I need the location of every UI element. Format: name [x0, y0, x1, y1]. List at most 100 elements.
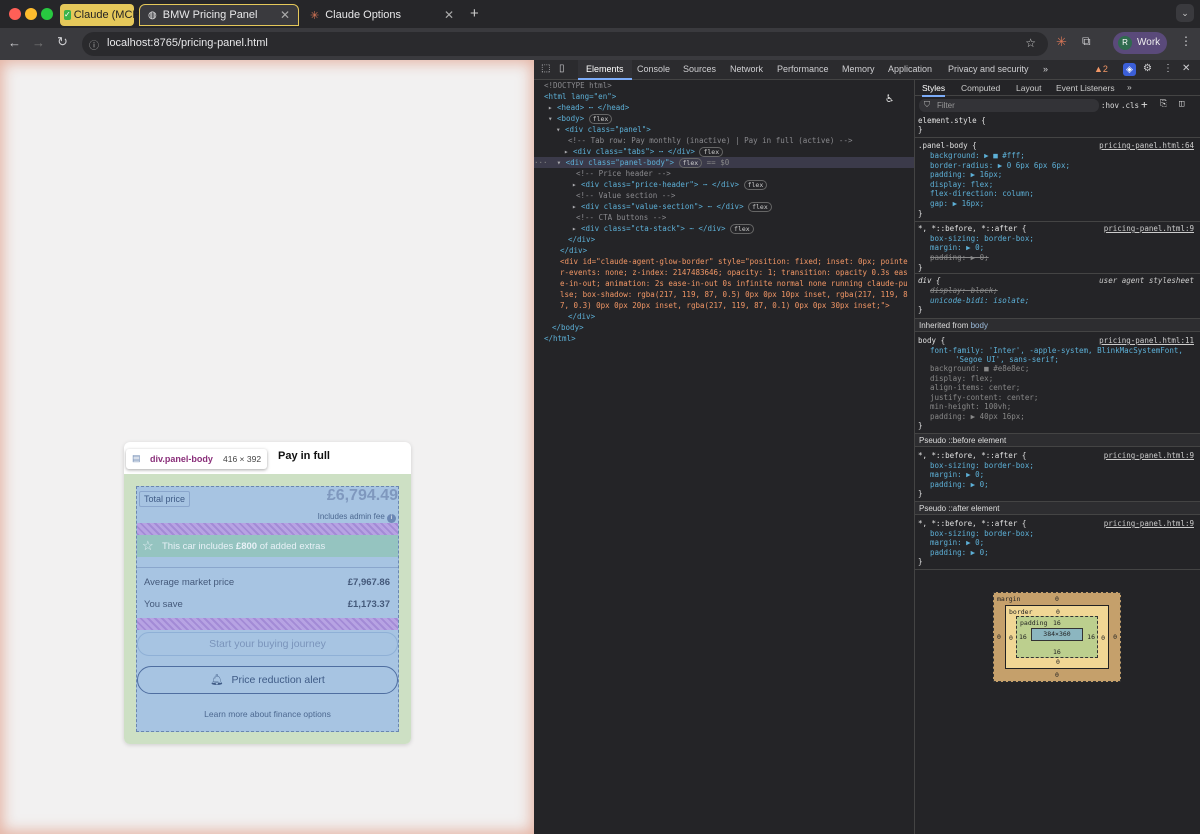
more-tabs-chevron-icon[interactable]: » — [1043, 64, 1048, 74]
box-model-margin[interactable]: margin 0 0 0 0 border 0 0 0 0 padding 16… — [993, 592, 1121, 682]
price-reduction-alert-button[interactable]: 🔔︎ Price reduction alert — [137, 666, 398, 694]
flex-badge[interactable]: flex — [588, 114, 613, 124]
css-property[interactable]: margin: ▶ 0; — [930, 538, 984, 548]
universal-selector[interactable]: *, *::before, *::after { — [918, 451, 1026, 461]
subtab-styles[interactable]: Styles — [922, 83, 946, 97]
inherited-from-link[interactable]: body — [971, 321, 988, 330]
dom-line[interactable]: </body> — [552, 322, 584, 333]
close-tab-icon[interactable]: ✕ — [280, 8, 290, 22]
tab-bmw-pricing-panel[interactable]: ◍ BMW Pricing Panel ✕ — [139, 4, 299, 26]
dom-line[interactable]: <!-- Value section --> — [576, 190, 675, 201]
info-icon[interactable]: i — [387, 514, 396, 523]
profile-button[interactable]: R Work — [1113, 32, 1167, 54]
devtools-menu-icon[interactable]: ⋮ — [1163, 63, 1173, 74]
accessibility-icon[interactable]: ♿︎ — [886, 91, 893, 105]
tab-claude-mcp[interactable]: ✓ Claude (MCP) — [60, 4, 143, 26]
universal-selector[interactable]: *, *::before, *::after { — [918, 224, 1026, 234]
reload-icon[interactable]: ↻ — [57, 34, 68, 50]
dom-line[interactable]: <html lang="en"> — [544, 91, 616, 102]
subtab-computed[interactable]: Computed — [961, 83, 1000, 93]
issues-counter[interactable]: ▲2 — [1094, 64, 1108, 74]
devtools-tab-network[interactable]: Network — [730, 64, 763, 74]
menu-kebab-icon[interactable]: ⋮ — [1180, 34, 1192, 48]
devtools-tab-sources[interactable]: Sources — [683, 64, 716, 74]
glow-border-line[interactable]: 7, 0.3) 0px 0px 20px inset, rgba(217, 11… — [560, 300, 890, 311]
address-bar[interactable]: ⓘ localhost:8765/pricing-panel.html ☆ — [82, 32, 1048, 56]
dom-line[interactable]: </div> — [568, 311, 595, 322]
inspect-element-icon[interactable]: ⬚ — [541, 63, 550, 74]
dom-line[interactable]: ▸ <div class="tabs"> ⋯ </div> flex — [564, 146, 724, 157]
box-model-padding[interactable]: padding 16 16 16 16 384×360 — [1016, 616, 1098, 658]
finance-options-link[interactable]: Learn more about finance options — [137, 709, 398, 719]
settings-gear-icon[interactable]: ⚙ — [1143, 63, 1152, 74]
glow-border-line[interactable]: lse; box-shadow: rgba(217, 119, 87, 0.5)… — [560, 289, 908, 300]
styles-filter-input[interactable]: ⛉ Filter — [919, 99, 1099, 112]
subtab-event-listeners[interactable]: Event Listeners — [1056, 83, 1115, 93]
css-property[interactable]: padding: ▶ 0; — [930, 548, 989, 558]
css-property[interactable]: flex-direction: column; — [930, 189, 1034, 199]
dom-line[interactable]: <!-- Price header --> — [576, 168, 671, 179]
site-info-icon[interactable]: ⓘ — [89, 37, 99, 52]
css-property-inactive[interactable]: min-height: 100vh; — [930, 402, 1011, 412]
dom-line[interactable]: ▾ <div class="panel"> — [556, 124, 651, 135]
flex-badge[interactable]: flex — [678, 158, 703, 168]
box-model-content[interactable]: 384×360 — [1031, 628, 1083, 641]
glow-border-line[interactable]: <div id="claude-agent-glow-border" style… — [560, 256, 908, 267]
source-link[interactable]: pricing-panel.html:64 — [1099, 141, 1194, 150]
claude-extension-icon[interactable]: ✳ — [1056, 34, 1067, 50]
url-text[interactable]: localhost:8765/pricing-panel.html — [107, 37, 268, 49]
toggle-sidebar-icon[interactable]: ◫ — [1179, 99, 1184, 109]
start-buying-journey-button[interactable]: Start your buying journey — [137, 632, 398, 656]
tab-pay-in-full[interactable]: Pay in full — [278, 450, 330, 462]
devtools-tab-memory[interactable]: Memory — [842, 64, 875, 74]
dom-line[interactable]: ▸ <head> ⋯ </head> — [548, 102, 629, 113]
css-property[interactable]: padding: ▶ 16px; — [930, 170, 1002, 180]
flex-badge[interactable]: flex — [748, 202, 772, 212]
device-toolbar-icon[interactable]: ▯ — [559, 63, 565, 74]
dom-line[interactable]: ▾ <body> flex — [548, 113, 613, 124]
claude-devtools-icon[interactable]: ◈ — [1123, 63, 1136, 76]
dom-line[interactable]: </div> — [568, 234, 595, 245]
extensions-puzzle-icon[interactable]: ⧉ — [1082, 34, 1091, 49]
close-window-button[interactable] — [9, 8, 21, 20]
glow-border-line[interactable]: r-events: none; z-index: 2147483646; opa… — [560, 267, 908, 278]
css-property-overridden[interactable]: display: block; — [930, 286, 998, 296]
cls-toggle[interactable]: .cls — [1121, 101, 1139, 110]
more-subtabs-chevron-icon[interactable]: » — [1127, 82, 1132, 92]
css-property[interactable]: margin: ▶ 0; — [930, 243, 984, 253]
body-selector[interactable]: body { — [918, 336, 945, 346]
dom-line[interactable]: ▸ <div class="value-section"> ⋯ </div> f… — [572, 201, 772, 212]
close-devtools-icon[interactable]: ✕ — [1182, 63, 1190, 74]
devtools-tab-performance[interactable]: Performance — [777, 64, 829, 74]
div-selector[interactable]: div { — [918, 276, 941, 286]
flex-badge[interactable]: flex — [743, 180, 768, 190]
box-model-border[interactable]: border 0 0 0 0 padding 16 16 16 16 384×3… — [1005, 605, 1109, 669]
devtools-tab-elements[interactable]: Elements — [578, 60, 632, 80]
minimize-window-button[interactable] — [25, 8, 37, 20]
source-link[interactable]: pricing-panel.html:9 — [1104, 519, 1194, 528]
glow-border-line[interactable]: e-in-out; animation: 2s ease-in-out 0s i… — [560, 278, 908, 289]
element-style-rule[interactable]: element.style { — [918, 116, 986, 126]
css-property-overridden[interactable]: padding: ▶ 0; — [930, 253, 989, 263]
css-property-inactive[interactable]: align-items: center; — [930, 383, 1020, 393]
flex-badge[interactable]: flex — [699, 147, 724, 157]
css-property[interactable]: background: ▶ ■ #fff; — [930, 151, 1025, 161]
dom-line[interactable]: </div> — [560, 245, 587, 256]
dom-line[interactable]: <!-- Tab row: Pay monthly (inactive) | P… — [568, 135, 852, 146]
maximize-window-button[interactable] — [41, 8, 53, 20]
element-state-icon[interactable]: ⎘ — [1160, 99, 1167, 109]
devtools-tab-console[interactable]: Console — [637, 64, 670, 74]
dom-line-selected[interactable]: ··· ▾ <div class="panel-body"> flex == $… — [534, 157, 914, 168]
dom-line[interactable]: </html> — [544, 333, 576, 344]
devtools-tab-application[interactable]: Application — [888, 64, 932, 74]
source-link[interactable]: pricing-panel.html:9 — [1104, 451, 1194, 460]
css-property-inactive[interactable]: padding: ▶ 40px 16px; — [930, 412, 1025, 422]
back-arrow-icon[interactable]: ← — [8, 35, 21, 50]
css-property[interactable]: padding: ▶ 0; — [930, 480, 989, 490]
universal-selector[interactable]: *, *::before, *::after { — [918, 519, 1026, 529]
dom-line[interactable]: <!DOCTYPE html> — [544, 80, 612, 91]
panel-body-selector[interactable]: .panel-body { — [918, 141, 977, 151]
subtab-layout[interactable]: Layout — [1016, 83, 1042, 93]
flex-badge[interactable]: flex — [730, 224, 754, 234]
new-rule-plus-icon[interactable]: + — [1141, 98, 1148, 111]
